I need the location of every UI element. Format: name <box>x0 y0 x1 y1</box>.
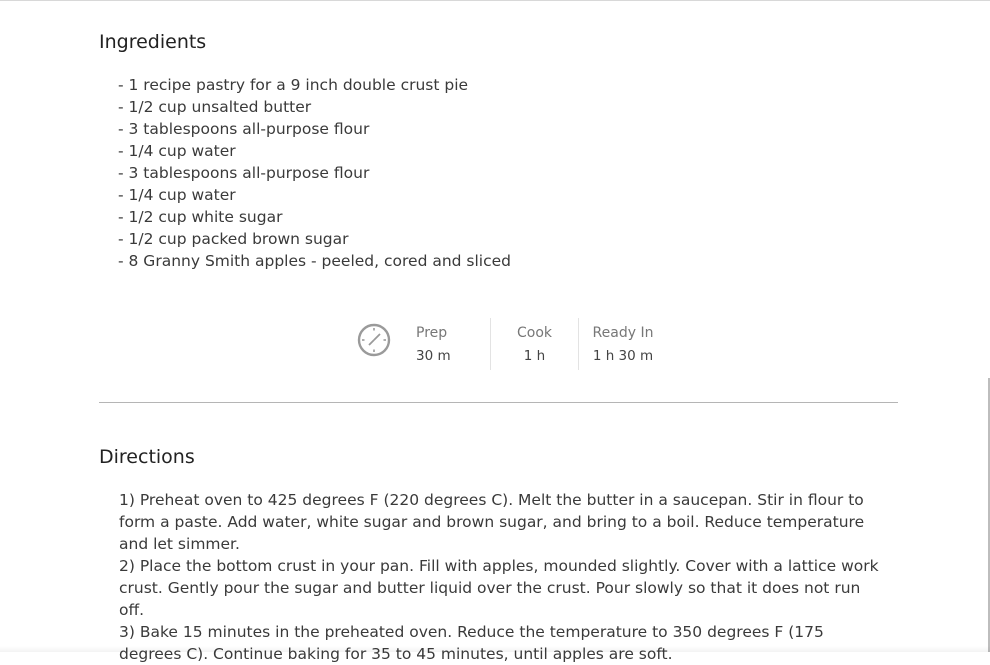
direction-step: 3) Bake 15 minutes in the preheated oven… <box>119 623 824 663</box>
prep-time: Prep 30 m <box>414 318 490 368</box>
direction-step: 1) Preheat oven to 425 degrees F (220 de… <box>119 491 865 553</box>
ingredient-item: - 1 recipe pastry for a 9 inch double cr… <box>118 76 469 94</box>
ingredient-item: - 1/2 cup white sugar <box>118 208 283 226</box>
top-border <box>0 0 990 1</box>
cook-value: 1 h <box>523 348 546 364</box>
ingredient-item: - 1/4 cup water <box>118 186 236 204</box>
directions-list: 1) Preheat oven to 425 degrees F (220 de… <box>119 489 889 665</box>
direction-step: 2) Place the bottom crust in your pan. F… <box>119 557 879 619</box>
ingredient-item: - 1/2 cup unsalted butter <box>118 98 312 116</box>
ingredients-list: - 1 recipe pastry for a 9 inch double cr… <box>118 74 511 272</box>
ready-time: Ready In 1 h 30 m <box>579 318 667 368</box>
clock-icon <box>357 323 391 357</box>
ingredient-item: - 3 tablespoons all-purpose flour <box>118 120 370 138</box>
ready-value: 1 h 30 m <box>592 348 654 364</box>
ingredient-item: - 1/2 cup packed brown sugar <box>118 230 349 248</box>
prep-value: 30 m <box>416 348 451 364</box>
ingredient-item: - 8 Granny Smith apples - peeled, cored … <box>118 252 512 270</box>
prep-label: Prep <box>416 325 448 341</box>
section-divider <box>99 402 898 403</box>
bottom-shadow <box>0 646 990 652</box>
ingredient-item: - 1/4 cup water <box>118 142 236 160</box>
cook-time: Cook 1 h <box>491 318 578 368</box>
ready-label: Ready In <box>592 325 654 341</box>
cook-label: Cook <box>516 325 552 341</box>
ingredients-heading: Ingredients <box>99 31 207 53</box>
recipe-times: Prep 30 m Cook 1 h Ready In 1 h 30 m <box>356 318 667 370</box>
directions-heading: Directions <box>99 446 195 468</box>
ingredient-item: - 3 tablespoons all-purpose flour <box>118 164 370 182</box>
